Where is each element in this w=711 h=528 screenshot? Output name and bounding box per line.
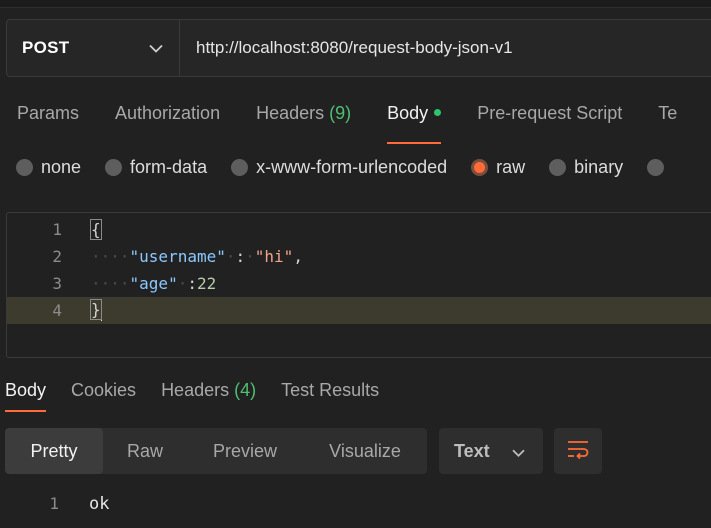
resp-tab-test-results[interactable]: Test Results bbox=[281, 380, 379, 401]
code-line-1: { bbox=[90, 219, 102, 240]
response-format-select[interactable]: Text bbox=[439, 428, 543, 474]
chevron-down-icon bbox=[512, 441, 525, 462]
json-key: "age" bbox=[129, 274, 178, 293]
whitespace-dot: · bbox=[177, 274, 188, 293]
view-pretty-button[interactable]: Pretty bbox=[5, 428, 103, 474]
radio-circle-icon bbox=[549, 159, 567, 176]
response-content: ok bbox=[89, 494, 110, 514]
top-border bbox=[0, 0, 711, 8]
radio-circle-icon bbox=[231, 159, 249, 176]
editor-line: 2 ····"username"·:·"hi", bbox=[7, 243, 711, 270]
radio-none[interactable]: none bbox=[16, 157, 81, 178]
json-key: "username" bbox=[129, 247, 226, 266]
headers-count: (9) bbox=[329, 103, 352, 123]
radio-graphql[interactable] bbox=[647, 159, 672, 176]
json-string-value: "hi" bbox=[254, 247, 294, 266]
code-line-4: } bbox=[90, 299, 102, 321]
radio-none-label: none bbox=[41, 157, 82, 177]
radio-form-data[interactable]: form-data bbox=[105, 157, 207, 178]
resp-tab-headers-label: Headers bbox=[161, 380, 230, 400]
tab-body-label: Body bbox=[387, 103, 429, 123]
body-type-radios: none form-data x-www-form-urlencoded raw… bbox=[16, 157, 696, 178]
json-colon: : bbox=[235, 247, 246, 266]
close-brace: } bbox=[90, 299, 102, 321]
radio-binary[interactable]: binary bbox=[549, 157, 623, 178]
open-brace: { bbox=[90, 219, 102, 240]
indent-whitespace: ···· bbox=[91, 247, 130, 266]
json-number-value: 22 bbox=[196, 274, 217, 293]
line-number: 1 bbox=[52, 220, 62, 239]
whitespace-dot: · bbox=[225, 247, 236, 266]
resp-tab-cookies[interactable]: Cookies bbox=[71, 380, 136, 401]
radio-raw[interactable]: raw bbox=[471, 157, 525, 178]
view-preview-button[interactable]: Preview bbox=[187, 428, 303, 474]
request-body-editor[interactable]: 1 { 2 ····"username"·:·"hi", 3 ····"age"… bbox=[6, 212, 711, 358]
line-number: 3 bbox=[52, 274, 62, 293]
request-tabs: Params Authorization Headers (9) Body Pr… bbox=[17, 103, 711, 144]
request-bar: POST http://localhost:8080/request-body-… bbox=[6, 19, 711, 77]
response-view-group: Pretty Raw Preview Visualize bbox=[5, 428, 427, 474]
editor-line-active: 4 } bbox=[7, 297, 711, 324]
tab-params[interactable]: Params bbox=[17, 103, 79, 133]
editor-line: 1 { bbox=[7, 216, 711, 243]
tab-tests[interactable]: Te bbox=[658, 103, 677, 133]
resp-tab-body[interactable]: Body bbox=[5, 380, 47, 412]
radio-binary-label: binary bbox=[574, 157, 624, 177]
response-body: 1 ok bbox=[0, 494, 711, 516]
view-visualize-button[interactable]: Visualize bbox=[303, 428, 427, 474]
editor-line: 3 ····"age"·:22 bbox=[7, 270, 711, 297]
indent-whitespace: ···· bbox=[91, 274, 130, 293]
wrap-lines-icon bbox=[566, 439, 590, 464]
whitespace-dot: · bbox=[245, 247, 255, 266]
radio-circle-icon bbox=[16, 159, 33, 176]
code-line-3: ····"age"·:22 bbox=[91, 274, 216, 293]
response-tabs: Body Cookies Headers (4) Test Results bbox=[5, 380, 404, 412]
code-line-2: ····"username"·:·"hi", bbox=[91, 247, 303, 266]
radio-urlencoded-label: x-www-form-urlencoded bbox=[256, 157, 448, 177]
method-select[interactable]: POST bbox=[7, 20, 180, 76]
line-number: 4 bbox=[52, 301, 62, 320]
body-active-dot-icon bbox=[434, 108, 442, 116]
line-number: 2 bbox=[52, 247, 62, 266]
json-colon: : bbox=[187, 274, 197, 293]
response-line-number: 1 bbox=[49, 494, 59, 513]
radio-raw-label: raw bbox=[496, 157, 526, 177]
url-input[interactable]: http://localhost:8080/request-body-json-… bbox=[180, 38, 513, 58]
radio-circle-icon bbox=[105, 159, 123, 176]
text-cursor bbox=[100, 300, 102, 321]
json-comma: , bbox=[293, 247, 303, 266]
tab-body[interactable]: Body bbox=[387, 103, 442, 144]
tab-pre-request-script[interactable]: Pre-request Script bbox=[477, 103, 622, 133]
resp-tab-headers[interactable]: Headers (4) bbox=[161, 380, 256, 401]
tab-authorization[interactable]: Authorization bbox=[115, 103, 220, 133]
tab-headers-label: Headers bbox=[256, 103, 325, 123]
view-raw-button[interactable]: Raw bbox=[103, 428, 187, 474]
radio-checked-icon bbox=[471, 159, 489, 176]
chevron-down-icon bbox=[149, 44, 163, 53]
radio-urlencoded[interactable]: x-www-form-urlencoded bbox=[231, 157, 447, 178]
format-label: Text bbox=[454, 440, 490, 461]
tab-headers[interactable]: Headers (9) bbox=[256, 103, 351, 133]
method-label: POST bbox=[22, 38, 70, 57]
resp-headers-count: (4) bbox=[234, 380, 257, 400]
radio-circle-icon bbox=[647, 159, 665, 176]
radio-form-data-label: form-data bbox=[130, 157, 208, 177]
wrap-lines-button[interactable] bbox=[554, 428, 602, 474]
